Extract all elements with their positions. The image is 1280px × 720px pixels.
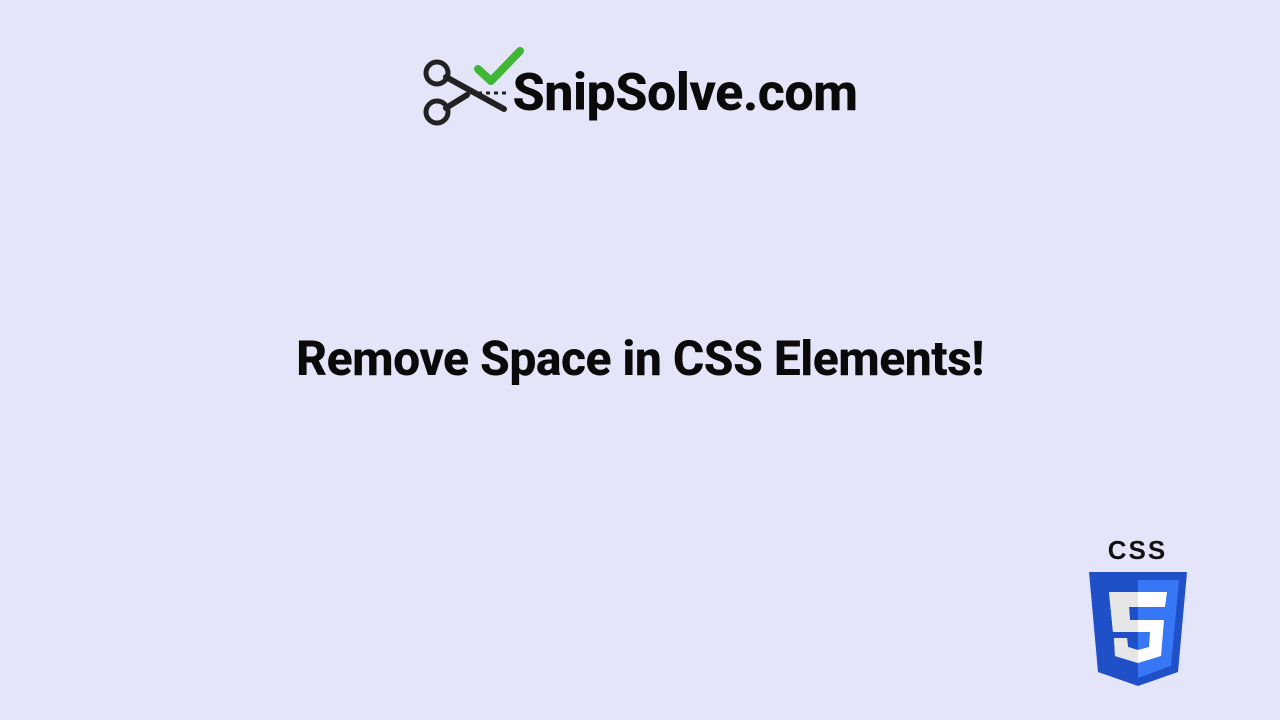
scissors-icon xyxy=(422,55,512,130)
site-title: SnipSolve.com xyxy=(512,62,857,123)
main-content: Remove Space in CSS Elements! xyxy=(0,330,1280,387)
article-headline: Remove Space in CSS Elements! xyxy=(0,330,1280,387)
header: SnipSolve.com xyxy=(0,0,1280,130)
logo-group: SnipSolve.com xyxy=(422,55,857,130)
css3-logo: CSS xyxy=(1085,535,1190,690)
css-label: CSS xyxy=(1085,535,1190,566)
checkmark-icon xyxy=(474,47,524,87)
css-shield-icon xyxy=(1087,572,1189,690)
